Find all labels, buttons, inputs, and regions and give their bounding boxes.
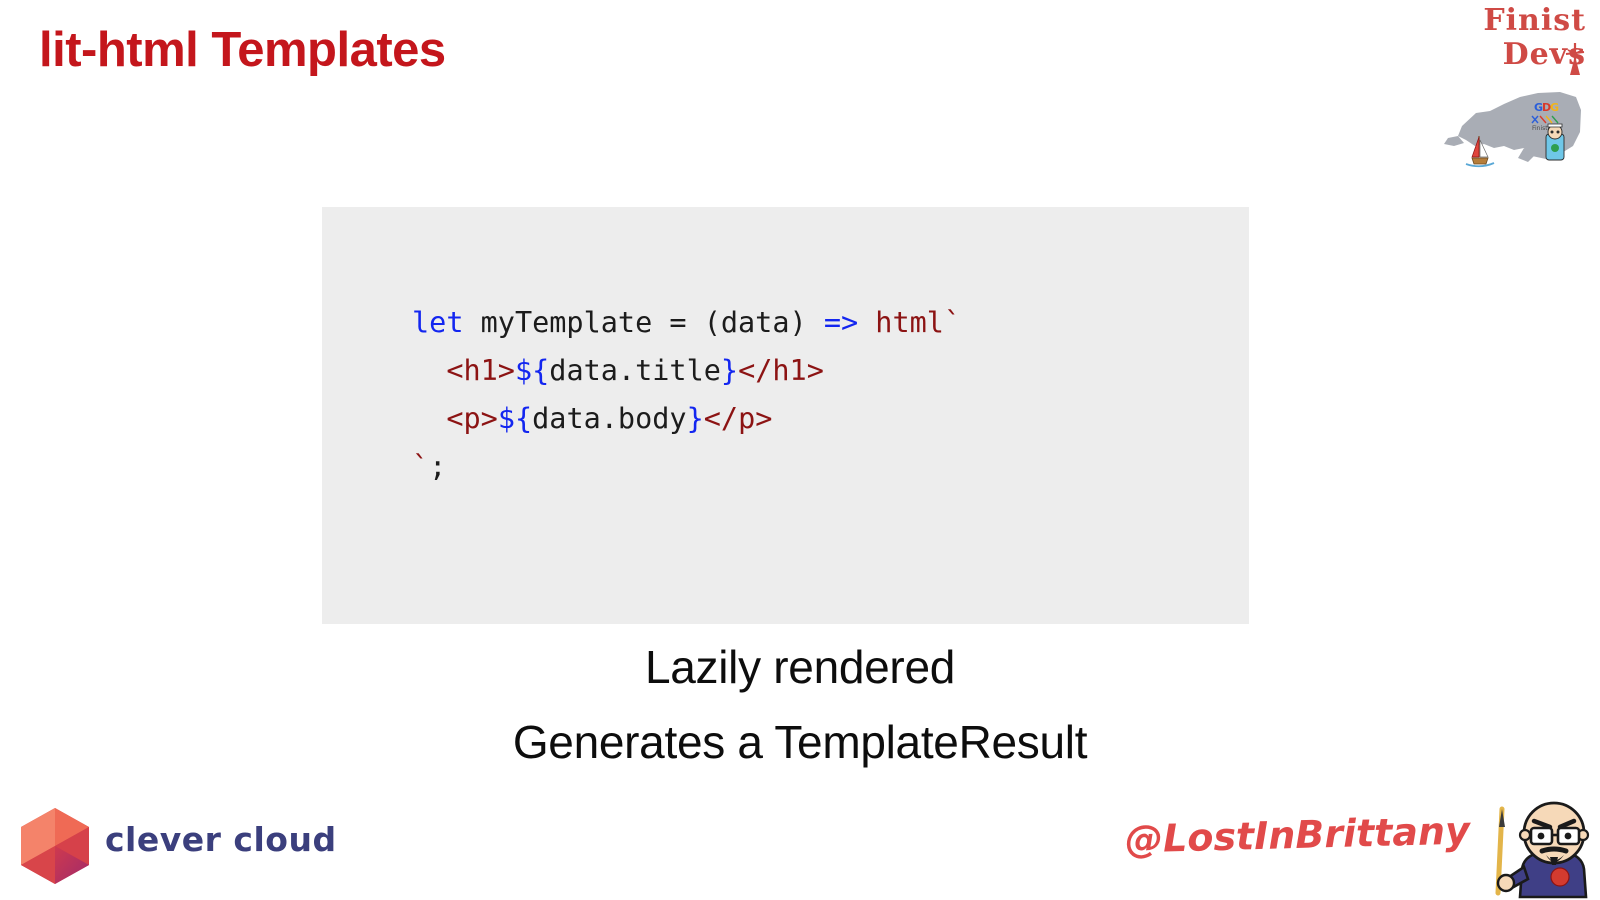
code-token-backtick-end: `	[412, 450, 430, 483]
code-token-html-tag: html	[858, 306, 944, 339]
code-token-expr-close: }	[720, 354, 739, 387]
code-token-expr-open: ${	[514, 354, 550, 387]
code-token-close-tag-p: </p>	[703, 402, 773, 435]
code-line-4: `;	[412, 443, 961, 491]
clever-cloud-wordmark: clever cloud	[105, 820, 337, 859]
code-token-close-tag-h1: </h1>	[738, 354, 824, 387]
code-token-expr-close: }	[686, 402, 704, 435]
clever-cloud-mark-icon	[21, 808, 89, 884]
caption-line-2: Generates a TemplateResult	[512, 716, 1088, 768]
speaker-avatar	[1495, 801, 1590, 899]
code-token-open-tag-p: <p>	[446, 402, 498, 435]
code-token-keyword: let	[412, 306, 464, 339]
code-line-1: let myTemplate = (data) => html`	[412, 299, 961, 347]
code-token-backtick: `	[943, 306, 962, 339]
code-token-identifier: myTemplate = (data)	[463, 306, 824, 339]
code-token-expr-h1: data.title	[549, 354, 721, 387]
code-token-open-tag-h1: <h1>	[446, 354, 515, 387]
page-title: lit-html Templates	[39, 23, 446, 77]
code-token-expr-p: data.body	[532, 402, 687, 435]
caption-line-1: Lazily rendered	[644, 641, 956, 693]
speaker-handle: @LostInBrittany	[1124, 808, 1471, 862]
code-listing: let myTemplate = (data) => html` <h1>${d…	[412, 299, 961, 491]
code-block: let myTemplate = (data) => html` <h1>${d…	[322, 207, 1249, 624]
code-line-3: <p>${data.body}</p>	[412, 395, 961, 443]
mascot-icon	[1545, 123, 1565, 161]
lost-in-brittany-logo: @LostInBrittany	[1125, 795, 1598, 900]
clever-cloud-logo: clever cloud	[10, 800, 336, 895]
code-token-expr-open: ${	[497, 402, 533, 435]
svg-text:G: G	[1550, 101, 1559, 114]
code-token-semicolon: ;	[429, 450, 447, 483]
finist-devs-logo: Finist Devs G D G Finistère	[1412, 2, 1592, 168]
lighthouse-icon	[1565, 43, 1585, 75]
brittany-map-illustration: G D G Finistère	[1444, 92, 1581, 168]
caption-group: Lazily rendered Generates a TemplateResu…	[0, 630, 1600, 780]
code-line-2: <h1>${data.title}</h1>	[412, 347, 961, 395]
finist-devs-line1: Finist	[1483, 3, 1586, 38]
code-token-arrow: =>	[823, 306, 859, 339]
